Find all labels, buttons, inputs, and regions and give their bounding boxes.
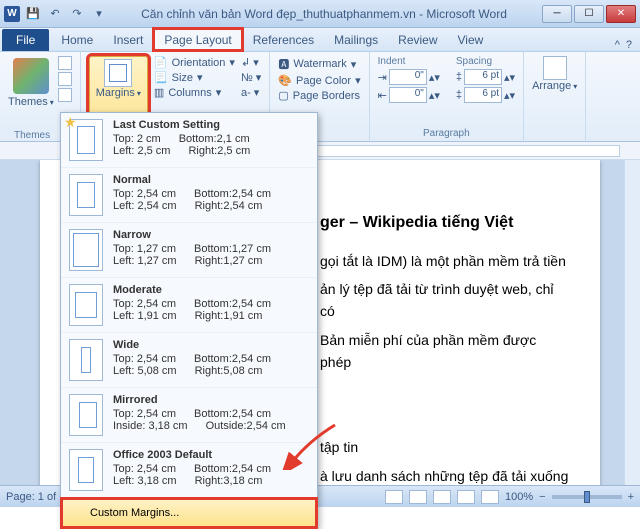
themes-icon[interactable] [13,58,49,94]
view-web-layout-icon[interactable] [433,490,451,504]
doc-text [320,408,570,430]
indent-right-spinner[interactable]: ⇤ 0"▴▾ [378,87,440,103]
doc-text: à lưu danh sách những tệp đã tải xuống [320,465,570,485]
columns-button[interactable]: ▥ Columns ▾ [154,86,235,99]
qat-customize-icon[interactable]: ▾ [90,5,108,23]
margins-preset-item[interactable]: Narrow Top: 1,27 cmBottom:1,27 cm Left: … [61,223,317,278]
view-full-screen-icon[interactable] [409,490,427,504]
margins-icon [104,59,132,87]
doc-text: ản lý tệp đã tải từ trình duyệt web, chỉ… [320,278,570,323]
margins-preset-item[interactable]: Wide Top: 2,54 cmBottom:2,54 cm Left: 5,… [61,333,317,388]
preset-icon [69,284,103,326]
theme-fonts-icon[interactable] [58,72,72,86]
preset-text: Moderate Top: 2,54 cmBottom:2,54 cm Left… [113,284,271,326]
themes-button[interactable]: Themes▾ [8,96,54,108]
view-print-layout-icon[interactable] [385,490,403,504]
arrange-icon[interactable] [543,56,567,80]
spacing-label: Spacing [456,56,515,67]
page-color-button[interactable]: 🎨 Page Color ▾ [278,74,360,87]
breaks-button[interactable]: ↲ ▾ [241,56,261,69]
custom-margins-item[interactable]: Custom Margins... [61,498,317,528]
arrange-button[interactable]: Arrange▾ [532,80,577,92]
doc-heading: ger – Wikipedia tiếng Việt [320,210,570,236]
word-app-icon: W [4,6,20,22]
view-draft-icon[interactable] [481,490,499,504]
preset-icon [69,449,103,491]
group-paragraph: Indent ⇥ 0"▴▾ ⇤ 0"▴▾ Spacing ‡ 6 pt▴▾ ‡ … [370,52,524,141]
doc-text [320,380,570,402]
zoom-slider[interactable] [552,495,622,499]
tab-references[interactable]: References [243,29,324,51]
spacing-after-spinner[interactable]: ‡ 6 pt▴▾ [456,87,515,103]
window-controls: ─ ☐ ✕ [540,5,636,23]
doc-text: gọi tắt là IDM) là một phần mềm trả tiền [320,250,570,272]
zoom-in-button[interactable]: + [628,491,634,503]
status-page[interactable]: Page: 1 of 1 [6,491,65,503]
maximize-button[interactable]: ☐ [574,5,604,23]
zoom-level[interactable]: 100% [505,491,533,503]
line-numbers-button[interactable]: № ▾ [241,71,261,84]
group-label-paragraph: Paragraph [378,126,515,139]
preset-text: Normal Top: 2,54 cmBottom:2,54 cm Left: … [113,174,271,216]
margins-preset-item[interactable]: Office 2003 Default Top: 2,54 cmBottom:2… [61,443,317,498]
preset-text: Mirrored Top: 2,54 cmBottom:2,54 cm Insi… [113,394,286,436]
file-tab[interactable]: File [2,29,49,51]
margins-preset-item[interactable]: Mirrored Top: 2,54 cmBottom:2,54 cm Insi… [61,388,317,443]
group-label-themes: Themes [14,128,50,141]
tab-insert[interactable]: Insert [103,29,153,51]
undo-icon[interactable]: ↶ [46,5,64,23]
tab-view[interactable]: View [448,29,494,51]
tab-page-layout[interactable]: Page Layout [153,28,242,51]
margins-preset-item[interactable]: Normal Top: 2,54 cmBottom:2,54 cm Left: … [61,168,317,223]
preset-icon [69,119,103,161]
quick-access-toolbar: 💾 ↶ ↷ ▾ [24,5,108,23]
view-outline-icon[interactable] [457,490,475,504]
theme-colors-icon[interactable] [58,56,72,70]
margins-dropdown: Last Custom Setting Top: 2 cmBottom:2,1 … [60,112,318,529]
group-arrange: Arrange▾ [524,52,586,141]
vertical-scrollbar[interactable] [624,160,640,485]
size-button[interactable]: 📃 Size ▾ [154,71,235,84]
page-borders-button[interactable]: ▢ Page Borders [278,89,360,102]
preset-text: Last Custom Setting Top: 2 cmBottom:2,1 … [113,119,250,161]
preset-icon [69,229,103,271]
indent-left-spinner[interactable]: ⇥ 0"▴▾ [378,69,440,85]
watermark-button[interactable]: 🅰 Watermark ▾ [278,56,360,72]
close-button[interactable]: ✕ [606,5,636,23]
orientation-button[interactable]: 📄 Orientation ▾ [154,56,235,69]
indent-label: Indent [378,56,440,67]
tab-home[interactable]: Home [51,29,103,51]
doc-text: tập tin [320,436,570,458]
help-icon[interactable]: ? [626,39,632,51]
minimize-ribbon-icon[interactable]: ^ [615,39,620,51]
zoom-out-button[interactable]: − [539,491,545,503]
preset-text: Narrow Top: 1,27 cmBottom:1,27 cm Left: … [113,229,271,271]
preset-icon [69,174,103,216]
titlebar: W 💾 ↶ ↷ ▾ Căn chỉnh văn bản Word đẹp_thu… [0,0,640,28]
preset-text: Wide Top: 2,54 cmBottom:2,54 cm Left: 5,… [113,339,271,381]
preset-text: Office 2003 Default Top: 2,54 cmBottom:2… [113,449,271,491]
tab-mailings[interactable]: Mailings [324,29,388,51]
doc-text: Bản miễn phí của phần mềm được phép [320,329,570,374]
margins-preset-item[interactable]: Last Custom Setting Top: 2 cmBottom:2,1 … [61,113,317,168]
theme-effects-icon[interactable] [58,88,72,102]
minimize-button[interactable]: ─ [542,5,572,23]
window-title: Căn chỉnh văn bản Word đẹp_thuthuatphanm… [108,7,540,21]
tab-review[interactable]: Review [388,29,447,51]
ribbon-tabs: File Home Insert Page Layout References … [0,28,640,52]
spacing-before-spinner[interactable]: ‡ 6 pt▴▾ [456,69,515,85]
hyphenation-button[interactable]: a- ▾ [241,86,261,99]
redo-icon[interactable]: ↷ [68,5,86,23]
margins-preset-item[interactable]: Moderate Top: 2,54 cmBottom:2,54 cm Left… [61,278,317,333]
save-icon[interactable]: 💾 [24,5,42,23]
preset-icon [69,394,103,436]
preset-icon [69,339,103,381]
